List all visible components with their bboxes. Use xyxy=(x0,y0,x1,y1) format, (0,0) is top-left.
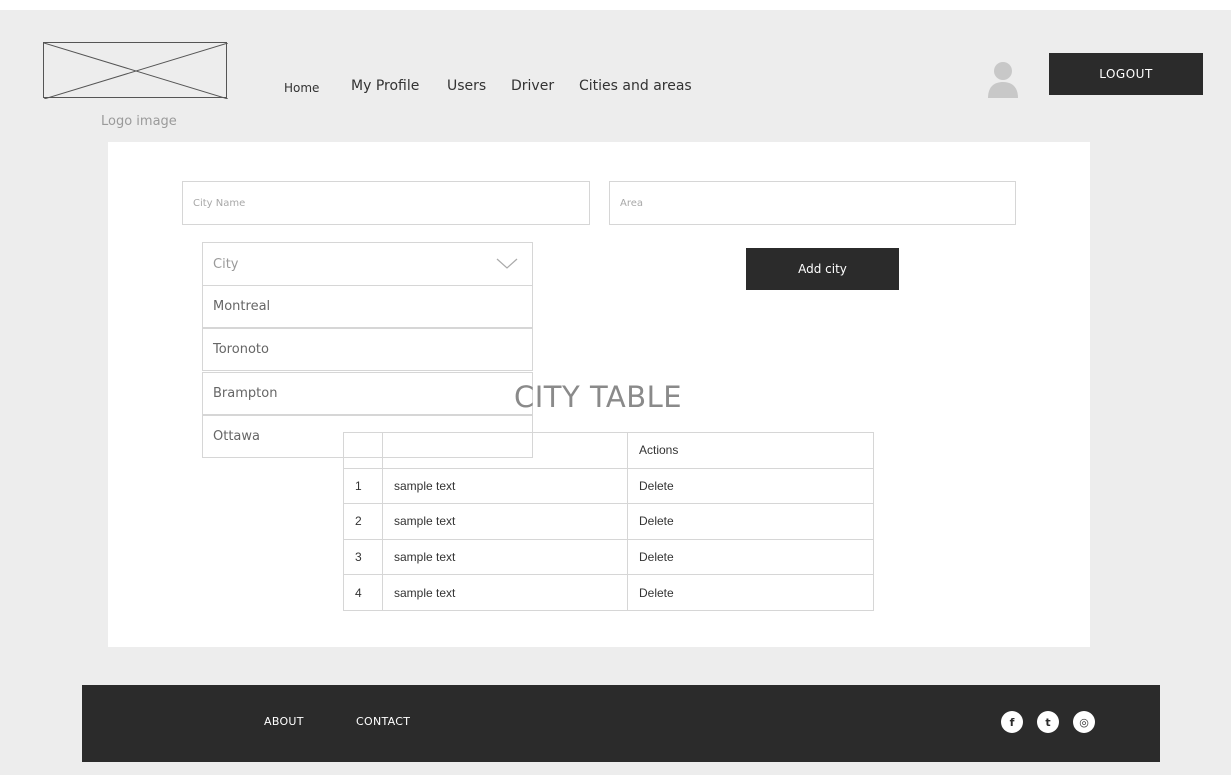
nav-home[interactable]: Home xyxy=(284,81,319,95)
delete-action[interactable]: Delete xyxy=(627,538,874,576)
row-index: 1 xyxy=(343,467,383,505)
footer-about-link[interactable]: ABOUT xyxy=(264,715,304,728)
row-text: sample text xyxy=(382,467,628,505)
row-text: sample text xyxy=(382,538,628,576)
user-avatar-icon[interactable] xyxy=(985,60,1021,100)
chevron-down-icon xyxy=(496,258,518,269)
nav-my-profile[interactable]: My Profile xyxy=(351,78,419,94)
delete-action[interactable]: Delete xyxy=(627,503,874,540)
row-index: 3 xyxy=(343,538,383,576)
city-option-montreal[interactable]: Montreal xyxy=(202,285,533,328)
nav-users[interactable]: Users xyxy=(447,78,486,94)
footer-contact-link[interactable]: CONTACT xyxy=(356,715,410,728)
row-text: sample text xyxy=(382,503,628,540)
city-select-label: City xyxy=(213,257,239,272)
table-title: CITY TABLE xyxy=(514,380,683,414)
dribbble-icon[interactable]: ◎ xyxy=(1073,711,1095,733)
image-placeholder-icon xyxy=(44,43,228,99)
city-option-brampton[interactable]: Brampton xyxy=(202,372,533,415)
table-row: 1 sample text Delete xyxy=(343,467,874,505)
table-row: 2 sample text Delete xyxy=(343,503,874,540)
table-row: 3 sample text Delete xyxy=(343,538,874,576)
logo-placeholder[interactable] xyxy=(43,42,228,99)
nav-driver[interactable]: Driver xyxy=(511,78,554,94)
city-name-input[interactable] xyxy=(182,181,590,225)
facebook-icon[interactable]: f xyxy=(1001,711,1023,733)
row-index: 2 xyxy=(343,503,383,540)
table-header-row: Actions xyxy=(343,432,874,469)
logo-caption: Logo image xyxy=(101,114,177,129)
city-option-toronoto[interactable]: Toronoto xyxy=(202,328,533,371)
add-city-button[interactable]: Add city xyxy=(746,248,899,290)
delete-action[interactable]: Delete xyxy=(627,574,874,611)
logout-button[interactable]: LOGOUT xyxy=(1049,53,1203,95)
twitter-icon[interactable]: t xyxy=(1037,711,1059,733)
city-table: Actions 1 sample text Delete 2 sample te… xyxy=(343,432,874,611)
footer: ABOUT CONTACT f t ◎ xyxy=(82,685,1160,762)
row-index: 4 xyxy=(343,574,383,611)
area-input[interactable] xyxy=(609,181,1016,225)
nav-cities-and-areas[interactable]: Cities and areas xyxy=(579,78,692,94)
header-cell-actions: Actions xyxy=(627,432,874,469)
header-cell-name xyxy=(382,432,628,469)
row-text: sample text xyxy=(382,574,628,611)
delete-action[interactable]: Delete xyxy=(627,467,874,505)
table-row: 4 sample text Delete xyxy=(343,574,874,611)
header-cell-index xyxy=(343,432,383,469)
city-select[interactable]: City xyxy=(202,242,533,286)
